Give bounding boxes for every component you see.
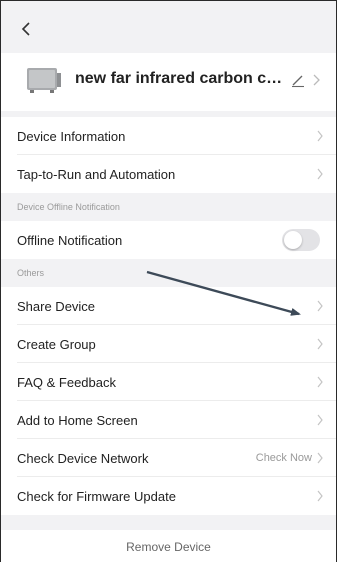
create-group-row[interactable]: Create Group <box>1 325 336 363</box>
device-header[interactable]: new far infrared carbon cryst... <box>1 53 336 111</box>
add-to-home-row[interactable]: Add to Home Screen <box>1 401 336 439</box>
share-device-row[interactable]: Share Device <box>1 287 336 325</box>
offline-notification-label: Offline Notification <box>17 232 123 248</box>
share-device-label: Share Device <box>17 298 96 314</box>
chevron-right-icon <box>317 414 323 426</box>
add-to-home-label: Add to Home Screen <box>17 412 138 428</box>
faq-feedback-row[interactable]: FAQ & Feedback <box>1 363 336 401</box>
section-header-others: Others <box>1 259 336 287</box>
device-thumbnail-icon <box>27 68 61 93</box>
tap-to-run-row[interactable]: Tap-to-Run and Automation <box>1 155 336 193</box>
device-settings-screen: new far infrared carbon cryst... Device … <box>0 0 337 562</box>
section-title-offline: Device Offline Notification <box>17 202 120 212</box>
tap-to-run-label: Tap-to-Run and Automation <box>17 166 176 182</box>
chevron-right-icon <box>317 168 323 180</box>
check-network-row[interactable]: Check Device Network Check Now <box>1 439 336 477</box>
remove-device-button[interactable]: Remove Device <box>1 530 336 562</box>
remove-device-label: Remove Device <box>126 540 211 554</box>
section-header-offline: Device Offline Notification <box>1 193 336 221</box>
toggle-knob <box>284 231 302 249</box>
back-chevron-icon <box>21 22 30 36</box>
create-group-label: Create Group <box>17 336 96 352</box>
offline-notification-toggle[interactable] <box>282 229 320 251</box>
chevron-right-icon <box>317 300 323 312</box>
chevron-right-icon <box>317 452 323 464</box>
device-information-row[interactable]: Device Information <box>1 117 336 155</box>
faq-feedback-label: FAQ & Feedback <box>17 374 116 390</box>
section-title-others: Others <box>17 268 45 278</box>
check-network-label: Check Device Network <box>17 450 149 466</box>
edit-pencil-icon[interactable] <box>289 71 307 89</box>
device-name: new far infrared carbon cryst... <box>75 70 285 87</box>
chevron-right-icon <box>317 490 323 502</box>
back-button[interactable] <box>19 19 33 39</box>
check-now-link[interactable]: Check Now <box>256 452 312 464</box>
device-information-label: Device Information <box>17 128 126 144</box>
chevron-right-icon <box>313 74 320 86</box>
offline-notification-row: Offline Notification <box>1 221 336 259</box>
check-firmware-label: Check for Firmware Update <box>17 488 176 504</box>
chevron-right-icon <box>317 338 323 350</box>
check-firmware-row[interactable]: Check for Firmware Update <box>1 477 336 515</box>
chevron-right-icon <box>317 376 323 388</box>
chevron-right-icon <box>317 130 323 142</box>
